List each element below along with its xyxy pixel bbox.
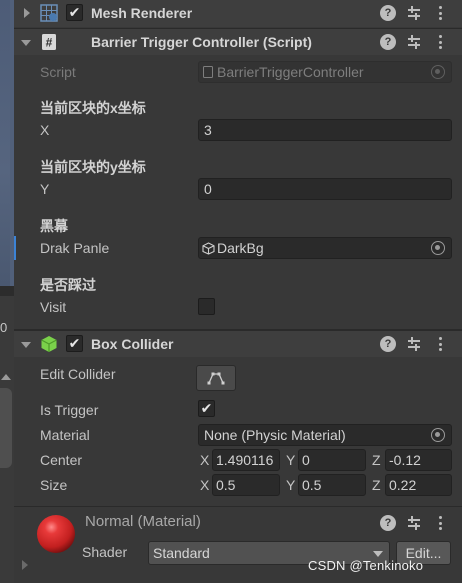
script-icon: #	[42, 34, 56, 50]
object-picker-icon[interactable]	[431, 241, 445, 255]
kebab-menu-icon[interactable]	[432, 515, 448, 531]
center-x-input[interactable]: 1.490116	[212, 449, 280, 471]
center-y-input[interactable]: 0	[298, 449, 366, 471]
preset-icon[interactable]	[406, 34, 422, 50]
x-input[interactable]: 3	[198, 119, 452, 141]
y-input[interactable]: 0	[198, 178, 452, 200]
scene-view-gap	[0, 286, 14, 296]
y-header: 当前区块的y坐标	[40, 159, 146, 175]
edit-collider-button[interactable]	[196, 365, 236, 391]
help-icon[interactable]: ?	[380, 515, 396, 531]
size-label: Size	[40, 477, 68, 493]
mesh-renderer-enabled-checkbox[interactable]: ✔	[66, 4, 83, 21]
divider	[14, 506, 462, 507]
x-header: 当前区块的x坐标	[40, 100, 146, 116]
fold-open-icon[interactable]	[21, 342, 31, 348]
help-icon[interactable]: ?	[380, 5, 396, 21]
drak-panle-value: DarkBg	[217, 240, 264, 256]
size-y-input[interactable]: 0.5	[298, 474, 366, 496]
selection-indicator	[14, 236, 16, 260]
size-z-label: Z	[372, 477, 381, 493]
dark-header: 黑幕	[40, 218, 68, 234]
center-y-label: Y	[286, 452, 296, 468]
box-collider-icon	[41, 336, 57, 352]
box-collider-header[interactable]: ✔ Box Collider ?	[14, 330, 462, 357]
material-value: None (Physic Material)	[204, 427, 346, 443]
mesh-renderer-icon	[40, 4, 58, 22]
kebab-menu-icon[interactable]	[432, 34, 448, 50]
shader-label: Shader	[82, 544, 128, 560]
drak-panle-field[interactable]: DarkBg	[198, 237, 452, 259]
center-x-label: X	[200, 452, 210, 468]
gameobject-icon	[202, 242, 215, 255]
material-preview-sphere	[37, 515, 75, 553]
barrier-trigger-header[interactable]: # Barrier Trigger Controller (Script) ?	[14, 28, 462, 55]
help-icon[interactable]: ?	[380, 34, 396, 50]
size-x-label: X	[200, 477, 210, 493]
fold-closed-icon[interactable]	[22, 560, 28, 570]
edit-collider-label: Edit Collider	[40, 366, 116, 382]
kebab-menu-icon[interactable]	[432, 5, 448, 21]
is-trigger-checkbox[interactable]: ✔	[198, 400, 215, 417]
box-collider-title: Box Collider	[91, 336, 174, 352]
barrier-trigger-title: Barrier Trigger Controller (Script)	[91, 34, 312, 50]
watermark: CSDN @Tenkinoko	[308, 558, 424, 573]
x-label: X	[40, 122, 50, 138]
edit-collider-icon	[207, 372, 225, 385]
size-y-label: Y	[286, 477, 296, 493]
left-strip-zero: 0	[0, 320, 8, 335]
object-picker-icon[interactable]	[431, 65, 445, 79]
svg-text:#: #	[46, 36, 53, 50]
is-trigger-label: Is Trigger	[40, 402, 99, 418]
script-file-icon	[203, 66, 213, 78]
preset-icon[interactable]	[406, 336, 422, 352]
shader-value: Standard	[153, 545, 210, 561]
scrollbar-thumb[interactable]	[0, 388, 12, 468]
fold-open-icon[interactable]	[21, 40, 31, 46]
y-label: Y	[40, 181, 50, 197]
kebab-menu-icon[interactable]	[432, 336, 448, 352]
size-z-input[interactable]: 0.22	[385, 474, 452, 496]
fold-closed-icon[interactable]	[24, 8, 30, 18]
size-x-input[interactable]: 0.5	[212, 474, 280, 496]
visit-label: Visit	[40, 299, 67, 315]
script-value: BarrierTriggerController	[217, 64, 364, 80]
object-picker-icon[interactable]	[431, 428, 445, 442]
mesh-renderer-title: Mesh Renderer	[91, 5, 193, 21]
script-field[interactable]: BarrierTriggerController	[198, 61, 452, 83]
material-title: Normal (Material)	[85, 513, 201, 530]
chevron-down-icon	[373, 551, 383, 557]
inspector-panel: ✔ Mesh Renderer ? # Barrier Trigger Cont…	[14, 0, 462, 583]
help-icon[interactable]: ?	[380, 336, 396, 352]
drak-panle-label: Drak Panle	[40, 240, 110, 256]
material-field[interactable]: None (Physic Material)	[198, 424, 452, 446]
mesh-renderer-header[interactable]: ✔ Mesh Renderer ?	[14, 0, 462, 27]
scroll-up-arrow-icon[interactable]	[1, 374, 11, 380]
preset-icon[interactable]	[406, 5, 422, 21]
visit-header: 是否踩过	[40, 277, 96, 293]
visit-checkbox[interactable]	[198, 298, 215, 315]
scene-view-edge: 0	[0, 0, 14, 583]
material-label: Material	[40, 427, 90, 443]
preset-icon[interactable]	[406, 515, 422, 531]
center-z-label: Z	[372, 452, 381, 468]
script-label: Script	[40, 64, 76, 80]
box-collider-enabled-checkbox[interactable]: ✔	[66, 335, 83, 352]
center-label: Center	[40, 452, 83, 468]
scene-view-preview	[0, 0, 14, 286]
center-z-input[interactable]: -0.12	[385, 449, 452, 471]
